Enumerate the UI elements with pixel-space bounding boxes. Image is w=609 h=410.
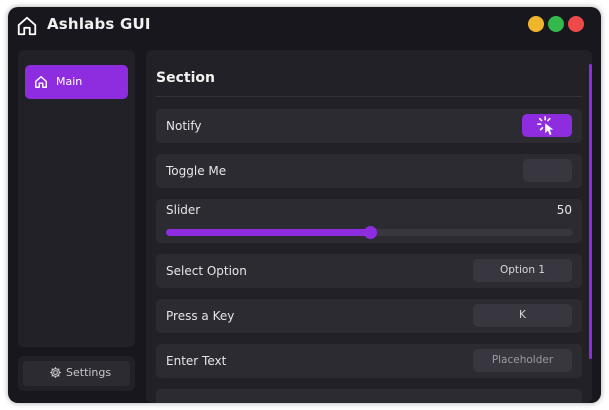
title-bar: Ashlabs GUI — [8, 7, 601, 43]
keybind-row: Press a Key K — [156, 299, 582, 333]
sidebar: Main — [18, 50, 135, 347]
gear-icon — [50, 367, 61, 378]
partial-row — [156, 389, 582, 403]
sidebar-item-label: Main — [56, 75, 83, 88]
settings-label: Settings — [66, 366, 112, 379]
settings-panel: Settings — [18, 356, 135, 391]
toggle-switch[interactable] — [523, 159, 572, 182]
window-title: Ashlabs GUI — [47, 15, 151, 33]
notify-button[interactable] — [522, 114, 572, 137]
slider-fill — [166, 229, 370, 236]
home-icon — [35, 76, 47, 88]
minimize-button[interactable] — [528, 16, 544, 32]
main-panel: Section Notify Toggle Me Slider 50 Selec… — [146, 50, 592, 403]
section-title: Section — [156, 70, 215, 86]
close-button[interactable] — [568, 16, 584, 32]
app-window: Ashlabs GUI Main Settings Section Notify — [8, 7, 601, 403]
home-icon — [17, 16, 37, 36]
toggle-row: Toggle Me — [156, 154, 582, 188]
text-input[interactable]: Placeholder — [473, 349, 572, 372]
toggle-label: Toggle Me — [166, 164, 227, 178]
slider-label: Slider — [166, 203, 201, 217]
keybind-label: Press a Key — [166, 309, 235, 323]
cursor-click-icon — [537, 116, 554, 136]
select-label: Select Option — [166, 264, 247, 278]
notify-label: Notify — [166, 119, 202, 133]
text-input-label: Enter Text — [166, 354, 227, 368]
sidebar-item-main[interactable]: Main — [25, 65, 128, 99]
section-divider — [156, 96, 582, 97]
slider-track[interactable] — [166, 226, 573, 239]
settings-button[interactable]: Settings — [23, 361, 130, 386]
text-input-row: Enter Text Placeholder — [156, 344, 582, 378]
notify-row: Notify — [156, 109, 582, 143]
scrollbar[interactable] — [589, 64, 592, 359]
keybind-button[interactable]: K — [473, 304, 572, 327]
maximize-button[interactable] — [548, 16, 564, 32]
slider-handle[interactable] — [363, 226, 377, 239]
select-row: Select Option Option 1 — [156, 254, 582, 288]
slider-row: Slider 50 — [156, 199, 582, 243]
slider-value: 50 — [556, 203, 572, 217]
option-dropdown[interactable]: Option 1 — [473, 259, 572, 282]
